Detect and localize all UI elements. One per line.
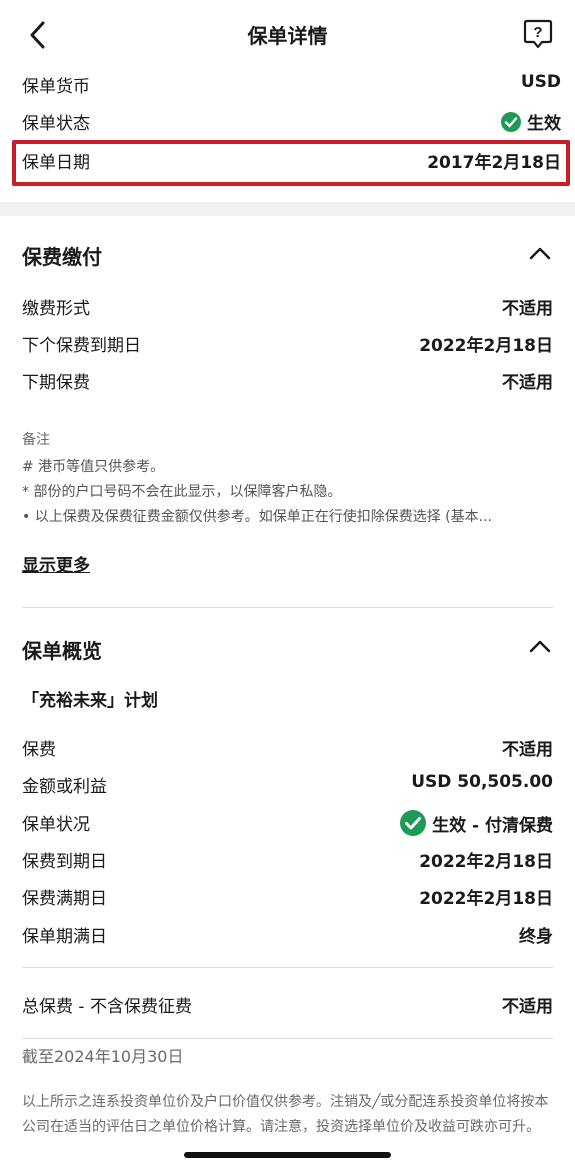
policy-status-row: 保单状态 生效 xyxy=(22,105,561,135)
row-label: 缴费形式 xyxy=(22,299,90,319)
chevron-up-icon xyxy=(529,247,551,260)
chevron-up-icon xyxy=(529,640,551,653)
policy-maturity-row: 保单期满日 终身 xyxy=(22,918,553,948)
policy-condition-row: 保单状况 生效 - 付清保费 xyxy=(22,806,553,836)
collapse-overview-button[interactable] xyxy=(529,638,551,653)
highlight-box xyxy=(12,140,570,186)
row-value: 2022年2月18日 xyxy=(419,336,553,356)
next-due-date-row: 下个保费到期日 2022年2月18日 xyxy=(22,327,553,357)
note-line: * 部份的户口号码不会在此显示，以保障客户私隐。 xyxy=(22,484,342,500)
payment-mode-row: 缴费形式 不适用 xyxy=(22,290,553,320)
premium-maturity-row: 保费满期日 2022年2月18日 xyxy=(22,880,553,910)
row-label: 下期保费 xyxy=(22,373,90,393)
status-value: 生效 - 付清保费 xyxy=(400,810,553,836)
row-label: 保单状况 xyxy=(22,815,90,835)
row-label: 总保费 - 不含保费征费 xyxy=(22,997,192,1017)
policy-overview-title: 保单概览 xyxy=(22,639,102,663)
section-separator xyxy=(0,202,575,216)
row-label: 保单状态 xyxy=(22,114,90,134)
total-premium-row: 总保费 - 不含保费征费 不适用 xyxy=(22,988,553,1018)
row-value: USD 50,505.00 xyxy=(411,772,553,792)
premium-due-date-row: 保费到期日 2022年2月18日 xyxy=(22,843,553,873)
row-label: 下个保费到期日 xyxy=(22,336,141,356)
collapse-premium-button[interactable] xyxy=(529,245,551,260)
row-label: 保费到期日 xyxy=(22,852,107,872)
row-value: 终身 xyxy=(519,927,553,947)
row-value: 不适用 xyxy=(502,373,553,393)
next-premium-row: 下期保费 不适用 xyxy=(22,364,553,394)
row-value: 不适用 xyxy=(502,997,553,1017)
row-label: 保单期满日 xyxy=(22,927,107,947)
row-label: 保单货币 xyxy=(22,77,90,97)
note-line: # 港币等值只供参考。 xyxy=(22,459,165,475)
note-line: • 以上保费及保费征费金额仅供参考。如保单正在行使扣除保费选择 (基本... xyxy=(22,509,492,525)
show-more-link[interactable]: 显示更多 xyxy=(22,551,90,576)
row-value: 不适用 xyxy=(502,740,553,760)
plan-name: 「充裕未来」计划 xyxy=(22,691,158,711)
policy-currency-row: 保单货币 USD xyxy=(22,68,561,98)
premium-row: 保费 不适用 xyxy=(22,731,553,761)
home-indicator[interactable] xyxy=(184,1152,391,1158)
help-bubble-icon: ? xyxy=(523,19,553,49)
row-label: 金额或利益 xyxy=(22,777,107,797)
row-label: 保费 xyxy=(22,740,56,760)
row-value: 2022年2月18日 xyxy=(419,852,553,872)
divider xyxy=(22,1038,553,1039)
svg-text:?: ? xyxy=(533,24,542,41)
help-button[interactable]: ? xyxy=(523,18,553,50)
app-header: 保单详情 ? xyxy=(0,0,575,68)
premium-payment-title: 保费缴付 xyxy=(22,245,102,269)
amount-benefit-row: 金额或利益 USD 50,505.00 xyxy=(22,768,553,798)
row-value: 2022年2月18日 xyxy=(419,889,553,909)
status-text: 生效 - 付清保费 xyxy=(432,815,553,836)
as-of-date: 截至2024年10月30日 xyxy=(22,1047,184,1066)
row-value: 不适用 xyxy=(502,299,553,319)
status-text: 生效 xyxy=(527,114,561,134)
divider xyxy=(22,607,553,608)
status-value: 生效 xyxy=(501,109,561,134)
check-circle-icon xyxy=(501,111,521,132)
check-circle-icon xyxy=(400,810,427,836)
divider xyxy=(22,967,553,968)
disclaimer-text: 以上所示之连系投资单位价及户口价值仅供参考。注销及╱或分配连系投资单位将按本公司… xyxy=(22,1094,549,1135)
page-title: 保单详情 xyxy=(247,24,328,48)
row-label: 保费满期日 xyxy=(22,889,107,909)
notes-title: 备注 xyxy=(22,432,50,448)
row-value: USD xyxy=(520,72,561,92)
